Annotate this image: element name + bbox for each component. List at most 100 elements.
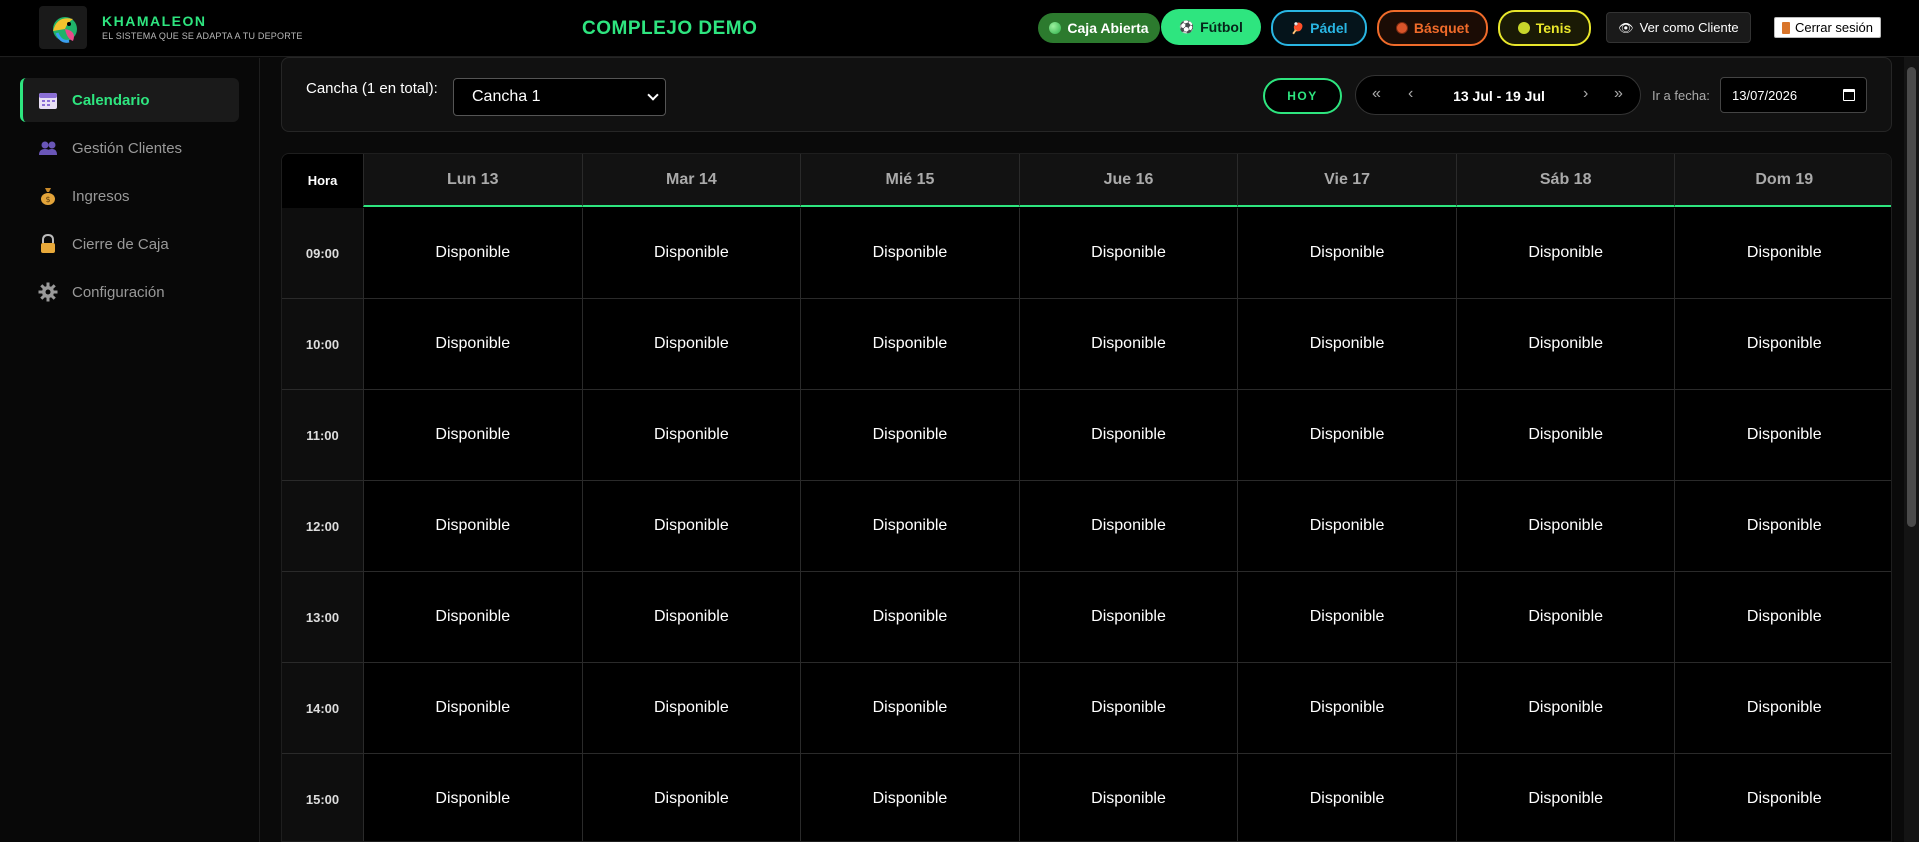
available-slot[interactable]: Disponible: [1455, 481, 1675, 572]
date-picker-input[interactable]: 13/07/2026: [1720, 77, 1867, 113]
calendar-picker-icon[interactable]: [1843, 89, 1855, 101]
sport-tab-label: Fútbol: [1200, 19, 1243, 35]
available-slot[interactable]: Disponible: [581, 663, 801, 754]
sport-tab-basquet[interactable]: Básquet: [1377, 10, 1488, 46]
available-slot[interactable]: Disponible: [1674, 754, 1891, 841]
available-slot[interactable]: Disponible: [1018, 481, 1238, 572]
available-slot[interactable]: Disponible: [581, 299, 801, 390]
available-slot[interactable]: Disponible: [1237, 663, 1456, 754]
day-header: Mar 14: [581, 154, 801, 207]
sport-tab-padel[interactable]: 🏓 Pádel: [1271, 10, 1367, 46]
available-slot[interactable]: Disponible: [1455, 390, 1675, 481]
complex-title: COMPLEJO DEMO: [582, 18, 758, 39]
sport-tab-futbol[interactable]: ⚽ Fútbol: [1161, 9, 1261, 45]
available-slot[interactable]: Disponible: [1018, 208, 1238, 299]
available-slot[interactable]: Disponible: [1455, 754, 1675, 841]
khamaleon-logo[interactable]: [39, 6, 87, 49]
sport-tab-tenis[interactable]: Tenis: [1498, 10, 1591, 46]
time-slot-row: 14:00 Disponible Disponible Disponible Dispo…: [282, 663, 1891, 754]
day-header: Mié 15: [800, 154, 1019, 207]
available-slot[interactable]: Disponible: [1455, 299, 1675, 390]
scrollbar-thumb[interactable]: [1907, 67, 1916, 527]
calendar-toolbar: Cancha (1 en total): Cancha 1 HOY 13 Jul…: [281, 57, 1892, 132]
available-slot[interactable]: Disponible: [363, 208, 582, 299]
caja-status-label: Caja Abierta: [1067, 20, 1149, 36]
available-slot[interactable]: Disponible: [1455, 572, 1675, 663]
available-slot[interactable]: Disponible: [800, 754, 1019, 841]
available-slot[interactable]: Disponible: [1237, 481, 1456, 572]
money-bag-icon: $: [38, 186, 58, 206]
available-slot[interactable]: Disponible: [363, 572, 582, 663]
sidebar-item-label: Calendario: [72, 91, 150, 109]
available-slot[interactable]: Disponible: [1674, 663, 1891, 754]
available-slot[interactable]: Disponible: [363, 299, 582, 390]
available-slot[interactable]: Disponible: [363, 481, 582, 572]
calendar-icon: [38, 90, 58, 110]
available-slot[interactable]: Disponible: [1018, 754, 1238, 841]
cancha-select[interactable]: Cancha 1: [453, 78, 666, 116]
available-slot[interactable]: Disponible: [1018, 390, 1238, 481]
available-slot[interactable]: Disponible: [363, 663, 582, 754]
sport-tab-label: Tenis: [1535, 20, 1572, 36]
logout-button[interactable]: Cerrar sesión: [1774, 17, 1881, 38]
door-icon: [1781, 21, 1790, 34]
lock-icon: [38, 234, 58, 254]
status-dot-icon: [1049, 22, 1062, 34]
available-slot[interactable]: Disponible: [1237, 390, 1456, 481]
view-as-client-button[interactable]: 👁 Ver como Cliente: [1606, 12, 1751, 43]
next-button[interactable]: ›: [1583, 85, 1588, 103]
sidebar-item-gestion-clientes[interactable]: Gestión Clientes: [20, 126, 239, 170]
day-header: Jue 16: [1018, 154, 1238, 207]
time-slot-row: 13:00 Disponible Disponible Disponible Dispo…: [282, 572, 1891, 663]
sidebar-item-configuracion[interactable]: Configuración: [20, 270, 239, 314]
available-slot[interactable]: Disponible: [581, 754, 801, 841]
hour-column-header: Hora: [282, 154, 363, 207]
available-slot[interactable]: Disponible: [363, 390, 582, 481]
available-slot[interactable]: Disponible: [1237, 572, 1456, 663]
available-slot[interactable]: Disponible: [800, 572, 1019, 663]
available-slot[interactable]: Disponible: [1674, 572, 1891, 663]
available-slot[interactable]: Disponible: [1674, 390, 1891, 481]
svg-text:$: $: [45, 195, 50, 204]
page-scrollbar[interactable]: [1904, 57, 1919, 842]
available-slot[interactable]: Disponible: [581, 481, 801, 572]
sidebar-item-calendario[interactable]: Calendario: [20, 78, 239, 122]
available-slot[interactable]: Disponible: [1674, 208, 1891, 299]
available-slot[interactable]: Disponible: [800, 481, 1019, 572]
available-slot[interactable]: Disponible: [363, 754, 582, 841]
available-slot[interactable]: Disponible: [581, 390, 801, 481]
available-slot[interactable]: Disponible: [1018, 299, 1238, 390]
today-button[interactable]: HOY: [1263, 78, 1342, 114]
available-slot[interactable]: Disponible: [1018, 663, 1238, 754]
prev-button[interactable]: ‹: [1408, 85, 1413, 103]
prev-week-button[interactable]: «: [1372, 85, 1381, 103]
available-slot[interactable]: Disponible: [581, 208, 801, 299]
hour-label: 15:00: [282, 754, 363, 841]
available-slot[interactable]: Disponible: [800, 299, 1019, 390]
gear-icon: [38, 282, 58, 302]
hour-label: 09:00: [282, 208, 363, 299]
hour-label: 13:00: [282, 572, 363, 663]
next-week-button[interactable]: »: [1614, 85, 1623, 103]
calendar-header-row: Hora Lun 13 Mar 14 Mié 15 Jue 16 Vie 17 …: [282, 154, 1891, 207]
available-slot[interactable]: Disponible: [1237, 754, 1456, 841]
sidebar-item-ingresos[interactable]: $ Ingresos: [20, 174, 239, 218]
available-slot[interactable]: Disponible: [800, 208, 1019, 299]
tennis-ball-icon: [1517, 22, 1530, 34]
available-slot[interactable]: Disponible: [1018, 572, 1238, 663]
available-slot[interactable]: Disponible: [800, 663, 1019, 754]
available-slot[interactable]: Disponible: [1237, 299, 1456, 390]
calendar-grid: Hora Lun 13 Mar 14 Mié 15 Jue 16 Vie 17 …: [281, 153, 1892, 842]
available-slot[interactable]: Disponible: [581, 572, 801, 663]
brand-name: KHAMALEON: [102, 13, 207, 29]
sidebar-item-cierre-caja[interactable]: Cierre de Caja: [20, 222, 239, 266]
caja-status-badge[interactable]: Caja Abierta: [1038, 13, 1160, 43]
hour-label: 11:00: [282, 390, 363, 481]
available-slot[interactable]: Disponible: [1237, 208, 1456, 299]
available-slot[interactable]: Disponible: [800, 390, 1019, 481]
available-slot[interactable]: Disponible: [1674, 481, 1891, 572]
available-slot[interactable]: Disponible: [1455, 663, 1675, 754]
available-slot[interactable]: Disponible: [1455, 208, 1675, 299]
users-icon: [38, 138, 58, 158]
available-slot[interactable]: Disponible: [1674, 299, 1891, 390]
